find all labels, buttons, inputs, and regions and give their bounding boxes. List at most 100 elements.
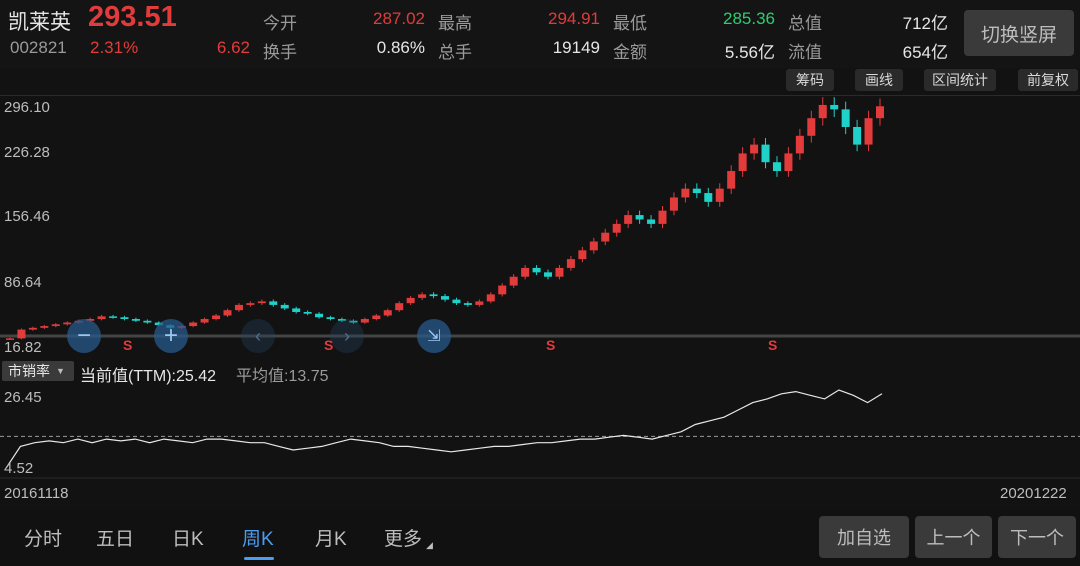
indicator-axis-top: 26.45 xyxy=(4,389,42,406)
low-label: 最低 xyxy=(613,14,647,33)
pan-left-button[interactable]: ‹ xyxy=(241,319,275,353)
candle-body xyxy=(475,301,484,305)
price-axis-label: 86.64 xyxy=(4,274,42,291)
amount-value: 5.56亿 xyxy=(724,43,775,62)
candle-body xyxy=(738,153,747,172)
candle-body xyxy=(784,153,793,172)
candle-body xyxy=(578,250,587,260)
candle-body xyxy=(418,294,427,298)
float-cap-value: 654亿 xyxy=(902,43,948,62)
candle-body xyxy=(589,241,598,251)
volume-label: 总手 xyxy=(438,43,472,62)
chip-button[interactable]: 筹码 xyxy=(786,69,834,91)
candle-body xyxy=(406,297,415,304)
candle-body xyxy=(669,197,678,211)
candle-body xyxy=(624,215,633,224)
indicator-average: 平均值:13.75 xyxy=(236,368,329,385)
quote-header: 凯莱英 293.51 002821 2.31% 6.62 今开 287.02 换… xyxy=(0,0,1080,68)
candle-body xyxy=(200,319,209,323)
change-amount: 6.62 xyxy=(216,38,250,57)
zoom-out-button[interactable]: − xyxy=(67,319,101,353)
candle-body xyxy=(841,109,850,127)
price-axis-label: 226.28 xyxy=(4,144,50,161)
candle-body xyxy=(452,299,461,304)
candle-body xyxy=(326,317,335,320)
price-axis-label: 296.10 xyxy=(4,99,50,116)
indicator-select[interactable]: 市销率 ▼ xyxy=(2,361,74,381)
candle-body xyxy=(109,316,118,318)
candle-body xyxy=(544,272,553,277)
candle-body xyxy=(143,320,152,323)
zoom-in-button[interactable]: + xyxy=(154,319,188,353)
previous-stock-button[interactable]: 上一个 xyxy=(915,516,992,558)
candle-body xyxy=(818,104,827,119)
candle-body xyxy=(750,144,759,154)
candle-body xyxy=(292,308,301,312)
candle-body xyxy=(360,319,369,323)
candle-body xyxy=(830,104,839,110)
sell-marker: S xyxy=(768,337,778,353)
turnover-label: 换手 xyxy=(263,43,297,62)
high-label: 最高 xyxy=(438,14,472,33)
indicator-axis-bottom: 4.52 xyxy=(4,460,34,477)
candle-body xyxy=(303,311,312,314)
candle-body xyxy=(864,118,873,145)
switch-portrait-button[interactable]: 切换竖屏 xyxy=(964,10,1074,56)
plus-icon: + xyxy=(163,322,178,349)
reset-zoom-button[interactable]: ⇲ xyxy=(417,319,451,353)
chevron-right-icon: › xyxy=(344,325,350,346)
active-tab-indicator xyxy=(244,557,274,560)
add-watchlist-button[interactable]: 加自选 xyxy=(819,516,909,558)
candle-body xyxy=(761,144,770,163)
candlestick-chart[interactable] xyxy=(0,96,1080,358)
ps-ratio-line xyxy=(5,389,883,469)
candle-body xyxy=(601,232,610,242)
candle-body xyxy=(97,316,106,320)
candle-body xyxy=(131,319,140,321)
low-value: 285.36 xyxy=(723,9,775,28)
candle-body xyxy=(772,162,781,172)
price-axis-label: 156.46 xyxy=(4,208,50,225)
tab-more[interactable]: 更多 xyxy=(384,524,422,551)
turnover-value: 0.86% xyxy=(376,38,425,57)
candle-body xyxy=(372,315,381,320)
candle-body xyxy=(51,324,60,327)
candle-body xyxy=(280,304,289,309)
indicator-current: 当前值(TTM):25.42 xyxy=(80,368,217,385)
tab-timeshare[interactable]: 分时 xyxy=(24,524,62,551)
open-label: 今开 xyxy=(263,14,297,33)
date-start: 20161118 xyxy=(4,485,69,502)
sell-marker: S xyxy=(546,337,556,353)
draw-line-button[interactable]: 画线 xyxy=(855,69,903,91)
tab-daily-k[interactable]: 日K xyxy=(172,524,204,551)
change-percent: 2.31% xyxy=(90,38,139,57)
candle-body xyxy=(40,326,49,328)
tab-weekly-k[interactable]: 周K xyxy=(242,524,274,551)
volume-value: 19149 xyxy=(552,38,600,57)
ps-ratio-chart[interactable] xyxy=(0,386,1080,480)
candle-body xyxy=(509,276,518,286)
high-value: 294.91 xyxy=(548,9,600,28)
pan-right-button[interactable]: › xyxy=(330,319,364,353)
tab-monthly-k[interactable]: 月K xyxy=(315,524,347,551)
tab-five-day[interactable]: 五日 xyxy=(96,524,134,551)
forward-adjust-button[interactable]: 前复权 xyxy=(1018,69,1078,91)
interval-stats-button[interactable]: 区间统计 xyxy=(924,69,996,91)
candle-body xyxy=(28,327,37,330)
candle-body xyxy=(795,135,804,154)
candle-body xyxy=(715,188,724,202)
candle-body xyxy=(189,322,198,327)
sell-marker: S xyxy=(123,337,133,353)
candle-body xyxy=(257,301,266,304)
candle-body xyxy=(269,301,278,305)
total-cap-value: 712亿 xyxy=(902,14,948,33)
candle-body xyxy=(440,296,450,300)
candle-body xyxy=(120,317,129,320)
candle-body xyxy=(223,310,232,316)
candle-body xyxy=(383,310,392,316)
next-stock-button[interactable]: 下一个 xyxy=(998,516,1076,558)
candle-body xyxy=(429,294,438,297)
price-axis-label: 16.82 xyxy=(4,339,42,356)
candle-body xyxy=(658,210,667,224)
indicator-bar: 市销率 ▼ 当前值(TTM):25.42 平均值:13.75 xyxy=(0,358,1080,385)
